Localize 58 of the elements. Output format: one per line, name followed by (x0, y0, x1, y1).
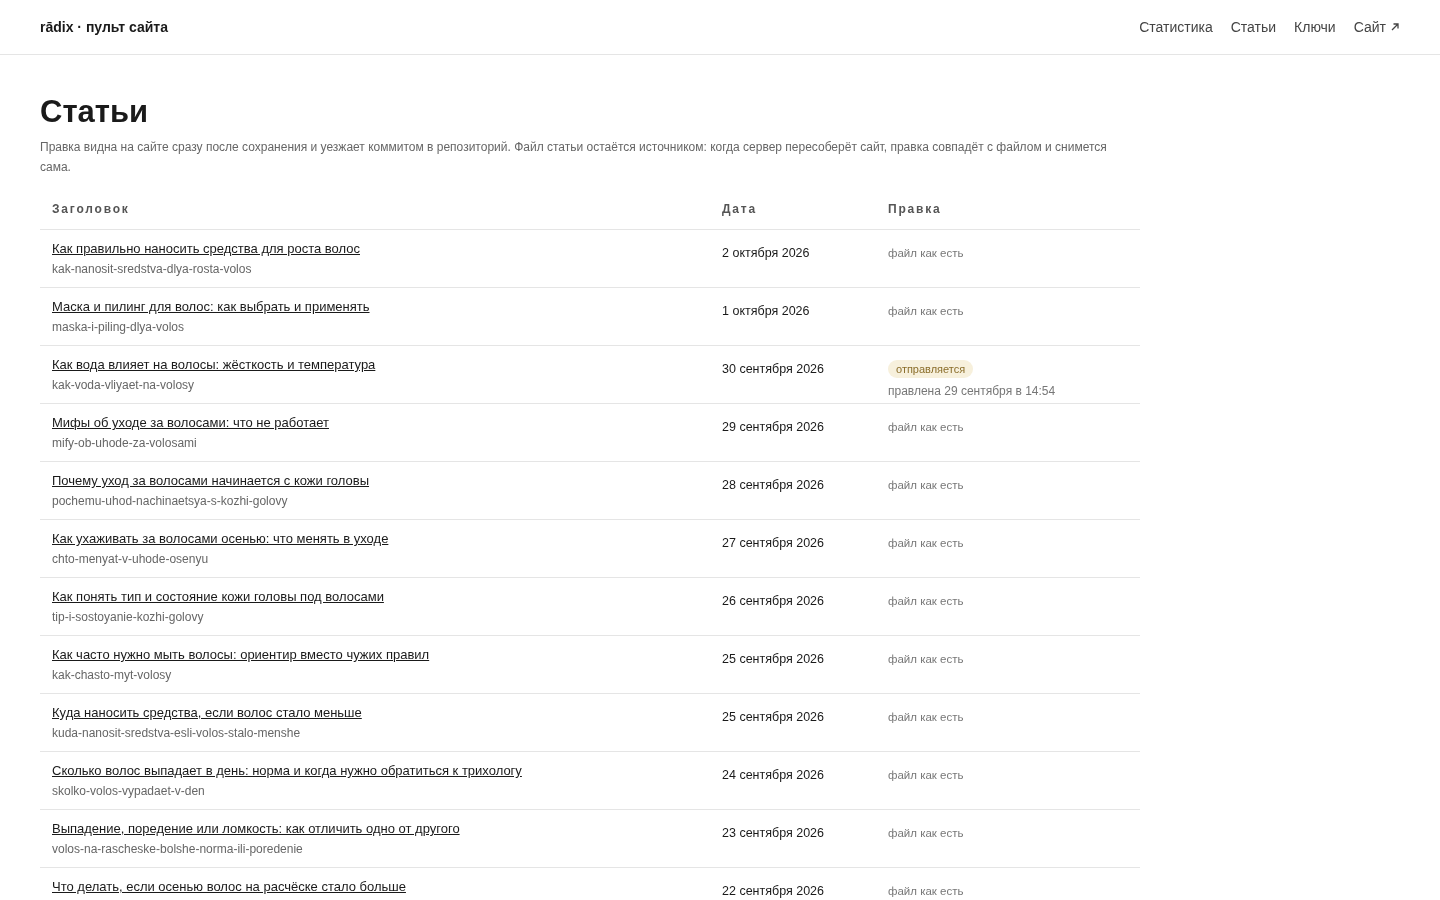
article-slug: kuda-nanosit-sredstva-esli-volos-stalo-menshe (52, 725, 302, 742)
article-link[interactable]: Как понять тип и состояние кожи головы под волосами (52, 588, 384, 606)
article-date: 2 октября 2026 (722, 246, 810, 260)
article-date: 29 сентября 2026 (722, 420, 824, 434)
article-slug: mify-ob-uhode-za-volosami (52, 435, 198, 452)
article-date: 28 сентября 2026 (722, 478, 824, 492)
nav-link[interactable]: Ключи (1294, 16, 1336, 38)
article-slug: kak-chasto-myt-volosy (52, 667, 173, 684)
article-date: 25 сентября 2026 (722, 652, 824, 666)
nav-link[interactable]: Статьи (1230, 16, 1277, 38)
edit-status: файл как есть (888, 769, 964, 781)
edit-status: файл как есть (888, 305, 964, 317)
page-title: Статьи (40, 93, 150, 131)
column-header: Дата (722, 202, 757, 216)
article-date: 23 сентября 2026 (722, 826, 824, 840)
article-link[interactable]: Выпадение, поредение или ломкость: как отличить одно от другого (52, 820, 460, 838)
article-link[interactable]: Как вода влияет на волосы: жёсткость и температура (52, 356, 376, 374)
edit-status: файл как есть (888, 885, 964, 897)
edit-status: файл как есть (888, 247, 964, 259)
edit-status: файл как есть (888, 479, 964, 491)
edit-status: файл как есть (888, 421, 964, 433)
article-date: 25 сентября 2026 (722, 710, 824, 724)
article-link[interactable]: Как часто нужно мыть волосы: ориентир вместо чужих правил (52, 646, 430, 664)
article-link[interactable]: Куда наносить средства, если волос стало меньше (52, 704, 362, 722)
edit-status: файл как есть (888, 711, 964, 723)
column-header: Заголовок (52, 202, 130, 216)
article-date: 22 сентября 2026 (722, 884, 824, 898)
edit-status: файл как есть (888, 595, 964, 607)
article-link[interactable]: Почему уход за волосами начинается с кожи головы (52, 472, 370, 490)
article-link[interactable]: Как правильно наносить средства для роста волос (52, 240, 360, 258)
article-slug: chto-menyat-v-uhode-osenyu (52, 551, 210, 568)
page-description: Правка видна на сайте сразу после сохранения и уезжает коммитом в репозиторий. Файл статьи остаётся источником: когда сервер пересоберёт сайт, правка совпадёт с файлом и снимется сама. (40, 139, 1108, 176)
article-slug: maska-i-piling-dlya-volos (52, 319, 186, 336)
article-slug: tip-i-sostoyanie-kozhi-golovy (52, 609, 205, 626)
article-slug: kak-voda-vliyaet-na-volosy (52, 377, 196, 394)
article-link[interactable]: Как ухаживать за волосами осенью: что менять в уходе (52, 530, 389, 548)
article-date: 24 сентября 2026 (722, 768, 824, 782)
article-date: 30 сентября 2026 (722, 362, 824, 376)
article-link[interactable]: Сколько волос выпадает в день: норма и когда нужно обратиться к трихологу (52, 762, 522, 780)
edit-note: правлена 29 сентября в 14:54 (888, 383, 1057, 400)
nav-link[interactable]: Статистика (1139, 16, 1213, 38)
article-link[interactable]: Маска и пилинг для волос: как выбрать и применять (52, 298, 370, 316)
status-badge: отправляется (888, 360, 974, 378)
article-date: 26 сентября 2026 (722, 594, 824, 608)
article-date: 1 октября 2026 (722, 304, 810, 318)
article-link[interactable]: Что делать, если осенью волос на расчёске стало больше (52, 878, 406, 896)
article-slug: volos-na-rascheske-bolshe-norma-ili-poredenie (52, 841, 304, 858)
article-slug: skolko-volos-vypadaet-v-den (52, 783, 206, 800)
column-header: Правка (888, 202, 942, 216)
edit-status: файл как есть (888, 653, 964, 665)
article-date: 27 сентября 2026 (722, 536, 824, 550)
nav-link[interactable]: Сайт (1353, 16, 1400, 38)
edit-status: файл как есть (888, 537, 964, 549)
edit-status: файл как есть (888, 827, 964, 839)
article-link[interactable]: Мифы об уходе за волосами: что не работает (52, 414, 329, 432)
article-slug: pochemu-uhod-nachinaetsya-s-kozhi-golovy (52, 493, 289, 510)
site-brand[interactable]: rādix · пульт сайта (40, 16, 168, 38)
article-slug: kak-nanosit-sredstva-dlya-rosta-volos (52, 261, 253, 278)
